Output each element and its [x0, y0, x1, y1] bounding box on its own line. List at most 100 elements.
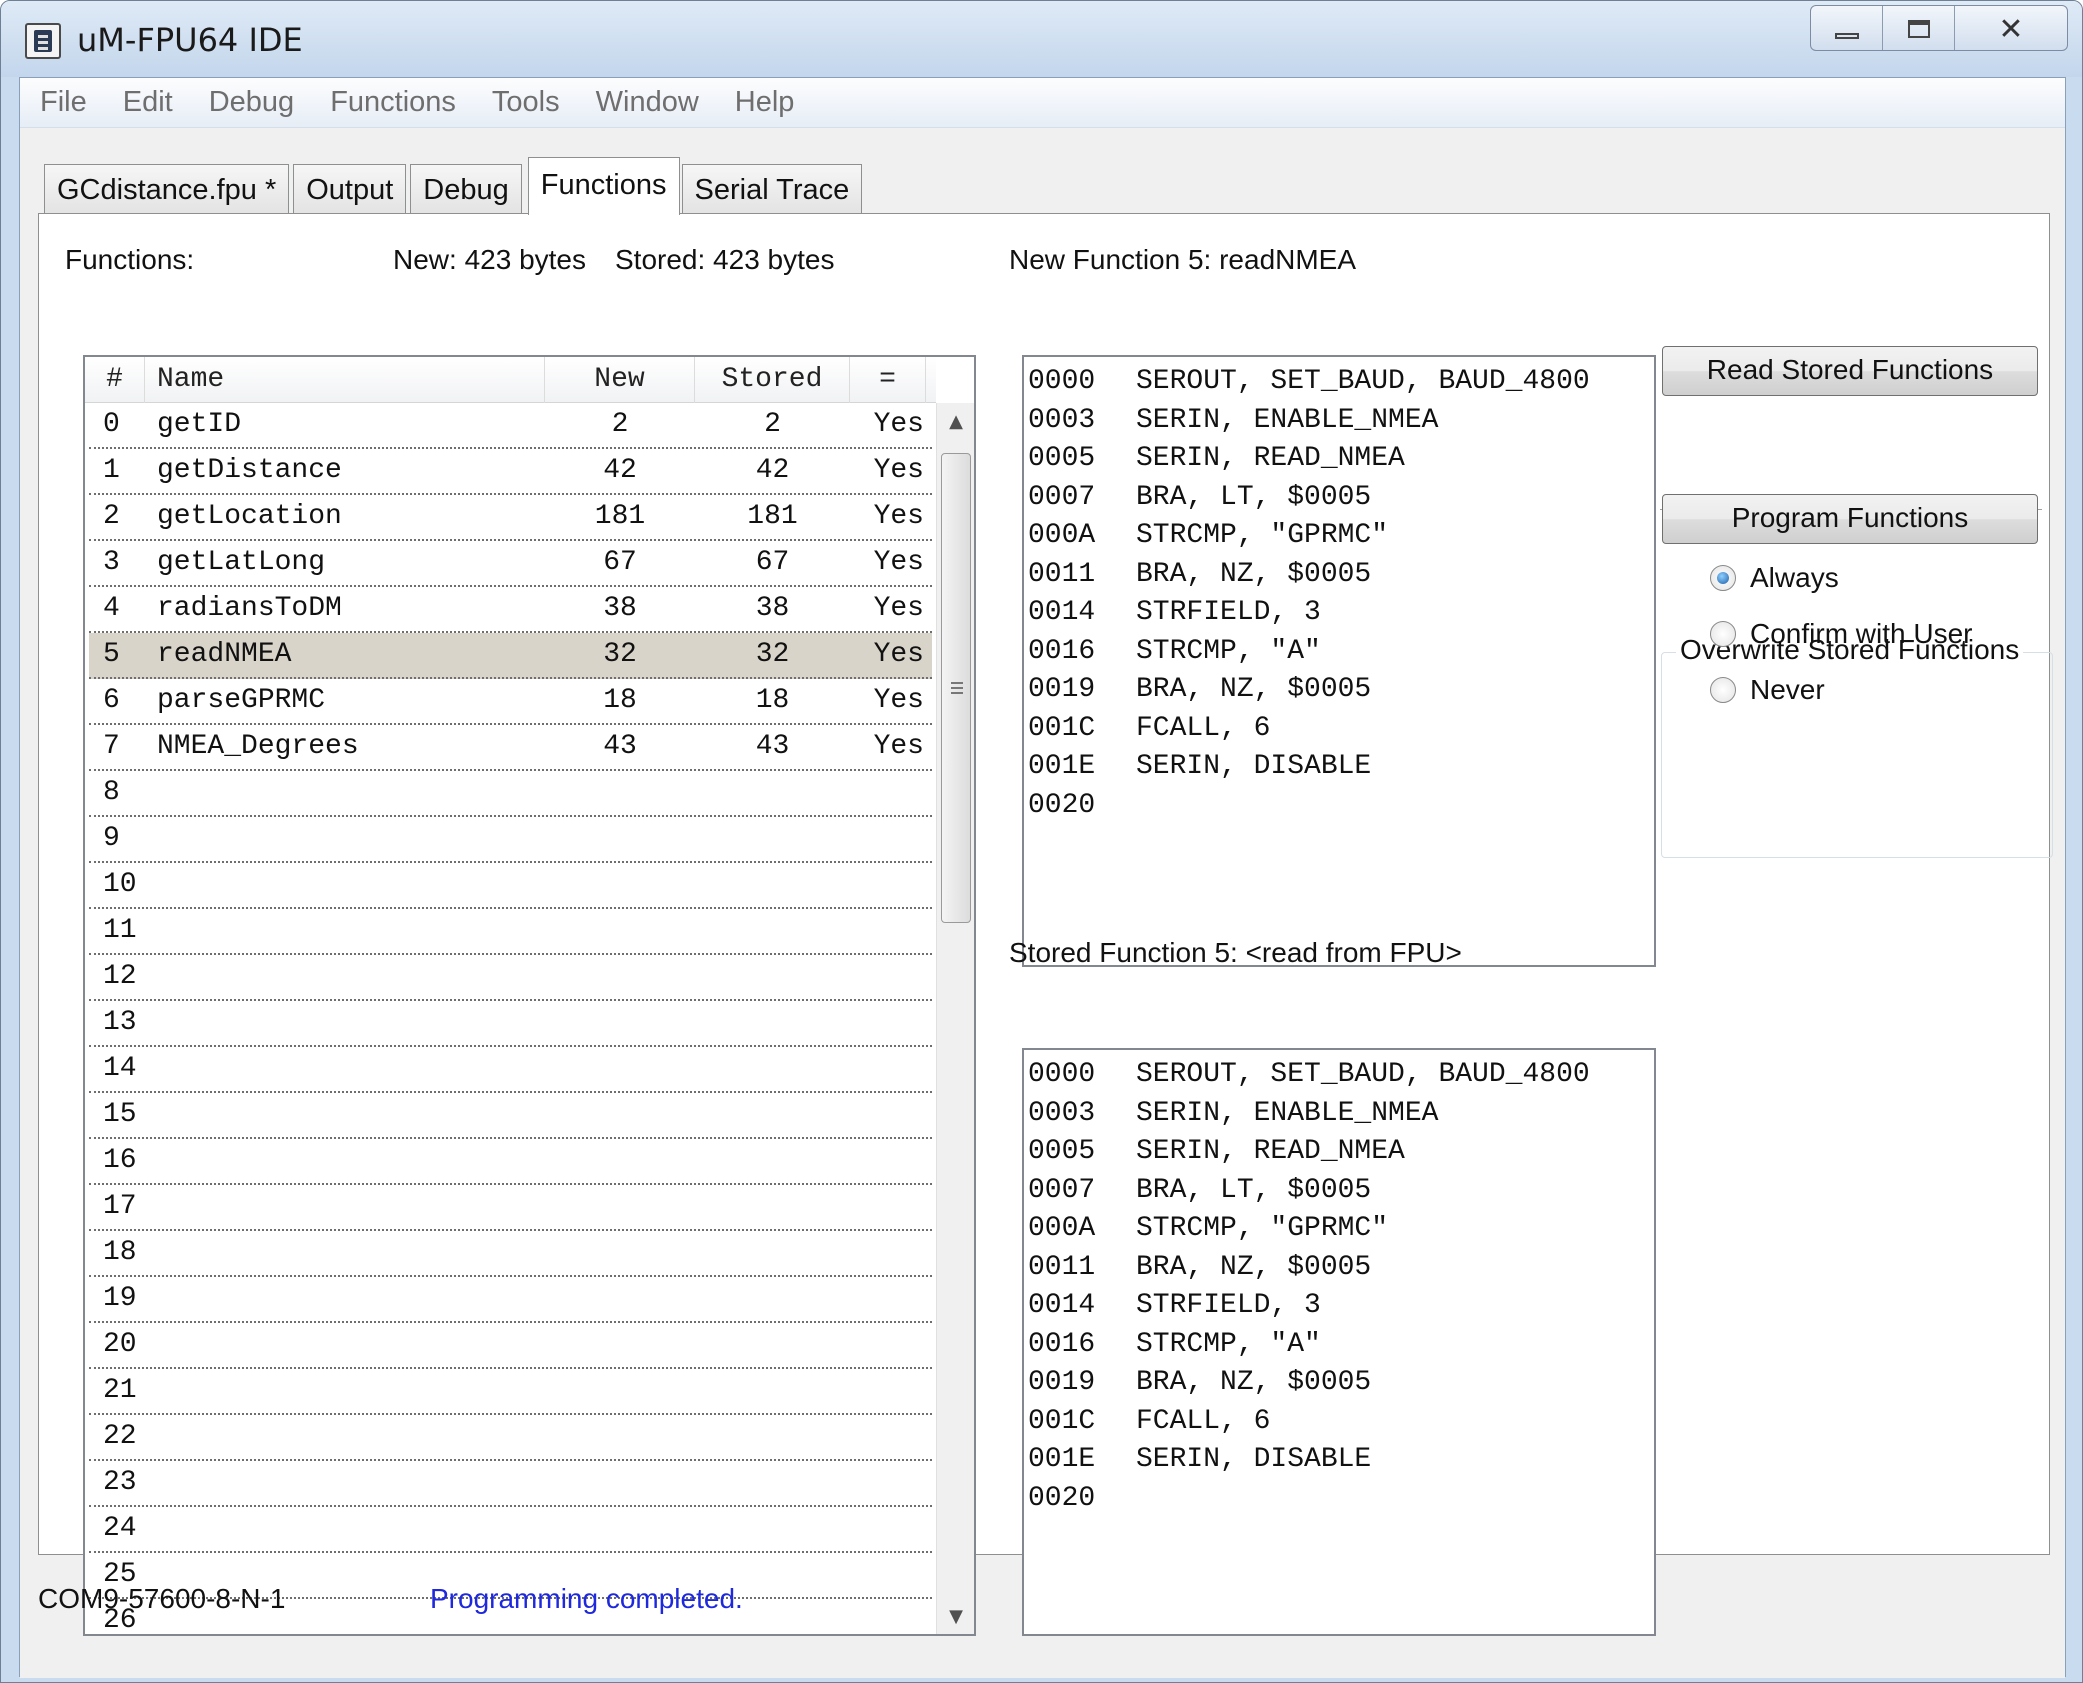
menu-help[interactable]: Help — [735, 86, 795, 119]
cell-new — [545, 1415, 695, 1459]
tab-functions[interactable]: Functions — [527, 157, 680, 215]
program-functions-button[interactable]: Program Functions — [1662, 494, 2038, 544]
cell-name: NMEA_Degrees — [157, 731, 359, 762]
radio-never[interactable]: Never — [1710, 674, 1825, 706]
menu-functions[interactable]: Functions — [330, 86, 456, 119]
cell-eq — [850, 1553, 928, 1597]
column-header-number[interactable]: # — [85, 357, 145, 403]
cell-name — [145, 771, 545, 815]
table-row[interactable]: 0 getID 2 2 Yes — [89, 403, 932, 449]
cell-num: 20 — [103, 1329, 137, 1360]
thumb-grip-icon — [951, 682, 963, 684]
menu-tools[interactable]: Tools — [492, 86, 560, 119]
tab-serial-trace[interactable]: Serial Trace — [681, 164, 863, 214]
table-row[interactable]: 19 — [89, 1277, 932, 1323]
code-line: 001E SERIN, DISABLE — [1024, 748, 1654, 787]
code-instruction: BRA, LT, $0005 — [1136, 1174, 1372, 1206]
table-row[interactable]: 11 — [89, 909, 932, 955]
table-row[interactable]: 4 radiansToDM 38 38 Yes — [89, 587, 932, 633]
table-row[interactable]: 12 — [89, 955, 932, 1001]
table-row[interactable]: 16 — [89, 1139, 932, 1185]
table-row[interactable]: 23 — [89, 1461, 932, 1507]
scroll-up-arrow-icon[interactable]: ▲ — [937, 403, 974, 439]
code-instruction: FCALL, 6 — [1136, 1405, 1271, 1437]
cell-eq — [850, 1001, 928, 1045]
code-instruction: FCALL, 6 — [1136, 712, 1271, 744]
cell-eq — [850, 955, 928, 999]
table-row[interactable]: 21 — [89, 1369, 932, 1415]
code-instruction: STRCMP, "A" — [1136, 635, 1321, 667]
table-row[interactable]: 14 — [89, 1047, 932, 1093]
cell-num: 24 — [103, 1513, 137, 1544]
functions-list[interactable]: # Name New Stored = 0 getID 2 2 Yes 1 getDista… — [83, 355, 976, 1636]
cell-eq — [850, 1277, 928, 1321]
cell-name — [145, 1369, 545, 1413]
table-row[interactable]: 5 readNMEA 32 32 Yes — [89, 633, 932, 679]
code-instruction: BRA, NZ, $0005 — [1136, 1251, 1372, 1283]
stored-function-code[interactable]: 0000 SEROUT, SET_BAUD, BAUD_4800 0003 SERIN… — [1022, 1048, 1656, 1636]
minimize-button[interactable] — [1811, 6, 1883, 50]
table-row[interactable]: 10 — [89, 863, 932, 909]
table-row[interactable]: 24 — [89, 1507, 932, 1553]
maximize-button[interactable] — [1883, 6, 1955, 50]
tab-gcdistance-file[interactable]: GCdistance.fpu * — [44, 164, 290, 214]
cell-stored — [695, 1001, 850, 1045]
table-row[interactable]: 15 — [89, 1093, 932, 1139]
menu-file[interactable]: File — [40, 86, 87, 119]
read-stored-functions-button[interactable]: Read Stored Functions — [1662, 346, 2038, 396]
menu-debug[interactable]: Debug — [209, 86, 294, 119]
functions-label: Functions: — [65, 244, 195, 275]
title-bar[interactable]: uM-FPU64 IDE ✕ — [1, 1, 2082, 77]
column-header-equal[interactable]: = — [850, 357, 926, 403]
code-instruction: STRFIELD, 3 — [1136, 597, 1321, 628]
table-row[interactable]: 6 parseGPRMC 18 18 Yes — [89, 679, 932, 725]
table-row[interactable]: 13 — [89, 1001, 932, 1047]
table-row[interactable]: 17 — [89, 1185, 932, 1231]
column-header-new[interactable]: New — [545, 357, 695, 403]
table-row[interactable]: 18 — [89, 1231, 932, 1277]
close-button[interactable]: ✕ — [1955, 6, 2067, 50]
cell-name: readNMEA — [157, 639, 292, 670]
radio-button-icon[interactable] — [1710, 621, 1736, 647]
column-header-name[interactable]: Name — [145, 357, 545, 403]
new-function-code[interactable]: 0000 SEROUT, SET_BAUD, BAUD_4800 0003 SERIN… — [1022, 355, 1656, 967]
radio-button-icon[interactable] — [1710, 677, 1736, 703]
cell-new — [545, 1369, 695, 1413]
cell-name: getLatLong — [157, 547, 326, 578]
cell-stored — [695, 1185, 850, 1229]
cell-new: 181 — [594, 501, 646, 532]
list-scrollbar[interactable]: ▲ ▼ — [936, 403, 974, 1634]
code-address: 000A — [1028, 520, 1096, 551]
table-row[interactable]: 2 getLocation 181 181 Yes — [89, 495, 932, 541]
table-row[interactable]: 9 — [89, 817, 932, 863]
tab-output[interactable]: Output — [293, 164, 407, 214]
table-row[interactable]: 8 — [89, 771, 932, 817]
ide-window: uM-FPU64 IDE ✕ File Edit Debug Functions… — [0, 0, 2083, 1683]
app-icon[interactable] — [25, 23, 61, 59]
cell-eq — [850, 1461, 928, 1505]
table-row[interactable]: 3 getLatLong 67 67 Yes — [89, 541, 932, 587]
table-row[interactable]: 7 NMEA_Degrees 43 43 Yes — [89, 725, 932, 771]
cell-num: 3 — [103, 547, 120, 578]
cell-name — [145, 1093, 545, 1137]
cell-num: 15 — [103, 1099, 137, 1130]
scroll-down-arrow-icon[interactable]: ▼ — [937, 1598, 974, 1634]
code-address: 0000 — [1028, 1059, 1096, 1090]
menu-window[interactable]: Window — [596, 86, 699, 119]
radio-always[interactable]: Always — [1710, 562, 1839, 594]
table-row[interactable]: 1 getDistance 42 42 Yes — [89, 449, 932, 495]
column-header-stored[interactable]: Stored — [695, 357, 850, 403]
code-address: 0020 — [1028, 1482, 1096, 1514]
scroll-thumb[interactable] — [941, 453, 971, 923]
menu-edit[interactable]: Edit — [123, 86, 173, 119]
radio-button-icon[interactable] — [1710, 565, 1736, 591]
client-area: File Edit Debug Functions Tools Window H… — [19, 77, 2066, 1678]
minimize-icon — [1834, 33, 1859, 39]
cell-eq — [850, 1415, 928, 1459]
cell-num: 19 — [103, 1283, 137, 1314]
tab-debug[interactable]: Debug — [410, 164, 522, 214]
table-row[interactable]: 22 — [89, 1415, 932, 1461]
menu-bar: File Edit Debug Functions Tools Window H… — [20, 78, 2065, 128]
table-row[interactable]: 20 — [89, 1323, 932, 1369]
radio-confirm-with-user[interactable]: Confirm with User — [1710, 618, 1972, 650]
